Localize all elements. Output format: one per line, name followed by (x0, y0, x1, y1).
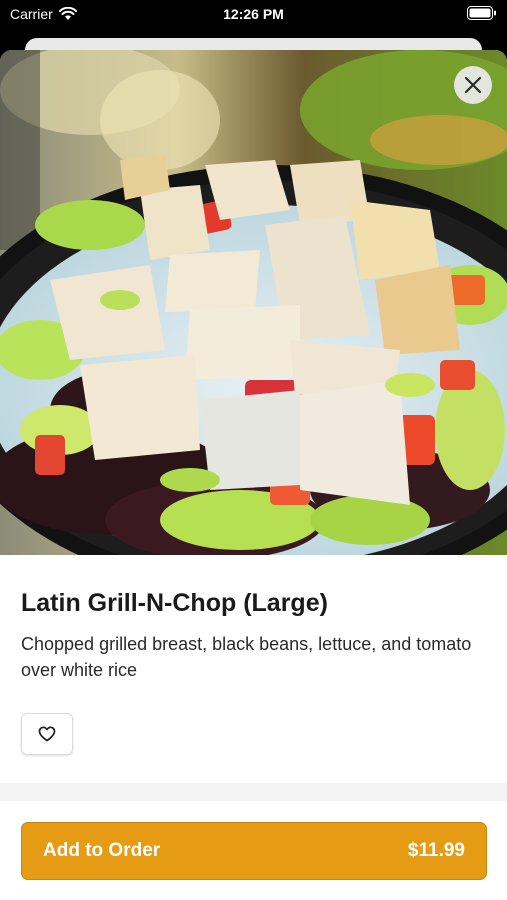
status-time: 12:26 PM (223, 6, 284, 22)
item-description: Chopped grilled breast, black beans, let… (21, 634, 472, 680)
close-icon (464, 76, 482, 94)
item-info: Latin Grill-N-Chop (Large) Chopped grill… (0, 555, 507, 783)
section-divider (0, 783, 507, 801)
food-image (0, 50, 507, 555)
footer: Add to Order $11.99 (0, 801, 507, 900)
item-price: $11.99 (407, 840, 465, 861)
add-to-order-label: Add to Order (43, 840, 161, 861)
item-detail-sheet: Latin Grill-N-Chop (Large) Chopped grill… (0, 50, 507, 900)
favorite-button[interactable] (21, 713, 73, 755)
add-to-order-button[interactable]: Add to Order $11.99 (21, 822, 487, 880)
item-title: Latin Grill-N-Chop (Large) (21, 589, 328, 617)
battery-icon (467, 6, 497, 23)
close-button[interactable] (454, 66, 492, 104)
heart-icon (38, 726, 56, 742)
status-bar: Carrier 12:26 PM (0, 0, 507, 40)
